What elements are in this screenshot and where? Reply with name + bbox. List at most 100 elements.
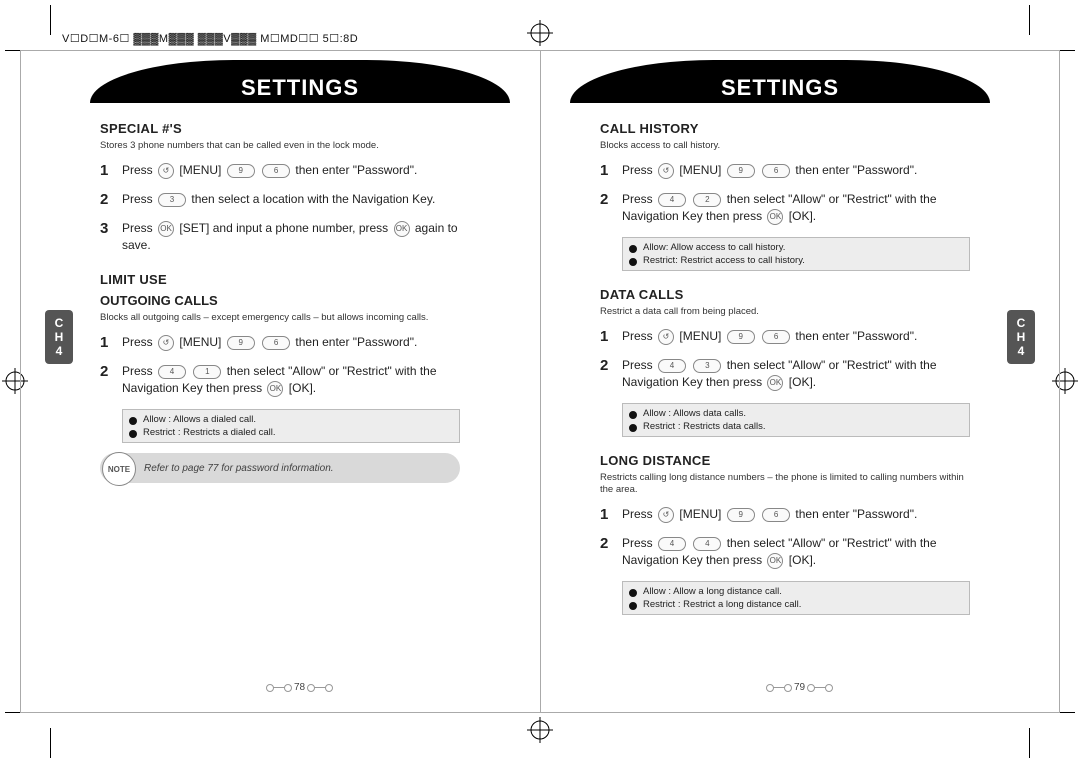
step-text: [MENU]	[679, 329, 721, 343]
menu-key-icon: ↺	[658, 507, 674, 523]
bullet-icon	[629, 589, 637, 597]
step-text: Press	[622, 536, 653, 550]
info-text: Allow : Allows a dialed call.	[143, 414, 256, 425]
page-content: SPECIAL #'S Stores 3 phone numbers that …	[50, 103, 510, 483]
step-number: 1	[100, 334, 108, 351]
menu-key-icon: ↺	[658, 329, 674, 345]
step-text: then enter "Password".	[795, 329, 917, 343]
steps-list: 1 Press ↺ [MENU] 9 6 then enter "Passwor…	[100, 162, 460, 254]
step-text: Press	[622, 192, 653, 206]
page-left: SETTINGS C H 4 SPECIAL #'S Stores 3 phon…	[50, 60, 510, 483]
steps-list: 1 Press ↺ [MENU] 9 6 then enter "Passwor…	[600, 162, 970, 225]
bullet-icon	[629, 245, 637, 253]
key-icon: 9	[727, 508, 755, 522]
bullet-icon	[629, 424, 637, 432]
info-text: Restrict : Restrict a long distance call…	[643, 599, 801, 610]
crop-mark	[50, 5, 51, 35]
step-item: 3 Press OK [SET] and input a phone numbe…	[100, 220, 460, 254]
step-text: [MENU]	[679, 507, 721, 521]
step-text: Press	[622, 507, 653, 521]
section-data-calls: DATA CALLS	[600, 287, 970, 302]
section-desc: Stores 3 phone numbers that can be calle…	[100, 140, 460, 152]
section-call-history: CALL HISTORY	[600, 121, 970, 136]
step-text: [MENU]	[679, 163, 721, 177]
step-item: 2 Press 4 3 then select "Allow" or "Rest…	[600, 357, 970, 391]
ok-key-icon: OK	[394, 221, 410, 237]
page-banner: SETTINGS	[570, 60, 990, 103]
key-icon: 9	[227, 164, 255, 178]
info-box: Allow : Allows data calls. Restrict : Re…	[622, 403, 970, 437]
info-text: Allow: Allow access to call history.	[643, 242, 785, 253]
step-number: 1	[600, 162, 608, 179]
section-long-distance: LONG DISTANCE	[600, 453, 970, 468]
key-icon: 6	[762, 508, 790, 522]
note-text: Refer to page 77 for password informatio…	[144, 463, 334, 474]
key-icon: 3	[158, 193, 186, 207]
step-item: 2 Press 4 1 then select "Allow" or "Rest…	[100, 363, 460, 397]
step-item: 2 Press 4 2 then select "Allow" or "Rest…	[600, 191, 970, 225]
step-number: 2	[600, 191, 608, 208]
step-number: 2	[100, 191, 108, 208]
step-text: [OK].	[789, 553, 816, 567]
manual-spread: V☐D☐M-6☐ ▓▓▓M▓▓▓ ▓▓▓V▓▓▓ M☐MD☐☐ 5☐:8D SE…	[0, 0, 1080, 763]
key-icon: 4	[658, 193, 686, 207]
step-number: 2	[100, 363, 108, 380]
crop-mark	[50, 728, 51, 758]
chapter-tab: C H 4	[1007, 310, 1035, 364]
page-banner: SETTINGS	[90, 60, 510, 103]
step-number: 2	[600, 535, 608, 552]
step-item: 1 Press ↺ [MENU] 9 6 then enter "Passwor…	[600, 328, 970, 345]
fold-line	[540, 50, 541, 713]
step-number: 1	[100, 162, 108, 179]
step-text: [MENU]	[179, 335, 221, 349]
key-icon: 9	[727, 164, 755, 178]
section-limit-use: LIMIT USE	[100, 272, 460, 287]
step-text: Press	[622, 329, 653, 343]
page-content: CALL HISTORY Blocks access to call histo…	[570, 103, 1030, 615]
section-desc: Restricts calling long distance numbers …	[600, 472, 970, 496]
key-icon: 4	[693, 537, 721, 551]
key-icon: 9	[227, 336, 255, 350]
ok-key-icon: OK	[767, 553, 783, 569]
chapter-tab-line: 4	[1007, 344, 1035, 358]
chapter-tab-line: H	[45, 330, 73, 344]
registration-mark-icon	[1052, 368, 1078, 394]
key-icon: 6	[762, 164, 790, 178]
menu-key-icon: ↺	[658, 163, 674, 179]
steps-list: 1 Press ↺ [MENU] 9 6 then enter "Passwor…	[600, 328, 970, 391]
info-box: Allow : Allows a dialed call. Restrict :…	[122, 409, 460, 443]
step-item: 1 Press ↺ [MENU] 9 6 then enter "Passwor…	[600, 162, 970, 179]
ok-key-icon: OK	[267, 381, 283, 397]
chapter-tab-line: C	[45, 316, 73, 330]
step-item: 2 Press 3 then select a location with th…	[100, 191, 460, 208]
info-box: Allow: Allow access to call history. Res…	[622, 237, 970, 271]
step-text: Press	[122, 335, 153, 349]
ornament-icon	[311, 687, 329, 688]
crop-mark	[1029, 728, 1030, 758]
crop-mark	[1029, 5, 1030, 35]
key-icon: 2	[693, 193, 721, 207]
step-text: Press	[122, 364, 153, 378]
info-text: Restrict : Restricts data calls.	[643, 421, 765, 432]
step-number: 2	[600, 357, 608, 374]
step-number: 1	[600, 506, 608, 523]
step-text: then enter "Password".	[295, 163, 417, 177]
note-callout: NOTE Refer to page 77 for password infor…	[100, 453, 460, 483]
step-number: 1	[600, 328, 608, 345]
step-text: [OK].	[789, 375, 816, 389]
bullet-icon	[629, 258, 637, 266]
menu-key-icon: ↺	[158, 335, 174, 351]
step-text: Press	[122, 221, 153, 235]
banner-title: SETTINGS	[90, 75, 510, 101]
registration-mark-icon	[527, 20, 553, 46]
section-desc: Blocks all outgoing calls – except emerg…	[100, 312, 460, 324]
bullet-icon	[129, 417, 137, 425]
step-text: Press	[122, 192, 153, 206]
steps-list: 1 Press ↺ [MENU] 9 6 then enter "Passwor…	[100, 334, 460, 397]
info-box: Allow : Allow a long distance call. Rest…	[622, 581, 970, 615]
page-number: 79	[794, 682, 805, 693]
section-special-nums: SPECIAL #'S	[100, 121, 460, 136]
banner-title: SETTINGS	[570, 75, 990, 101]
registration-mark-icon	[527, 717, 553, 743]
step-number: 3	[100, 220, 108, 237]
